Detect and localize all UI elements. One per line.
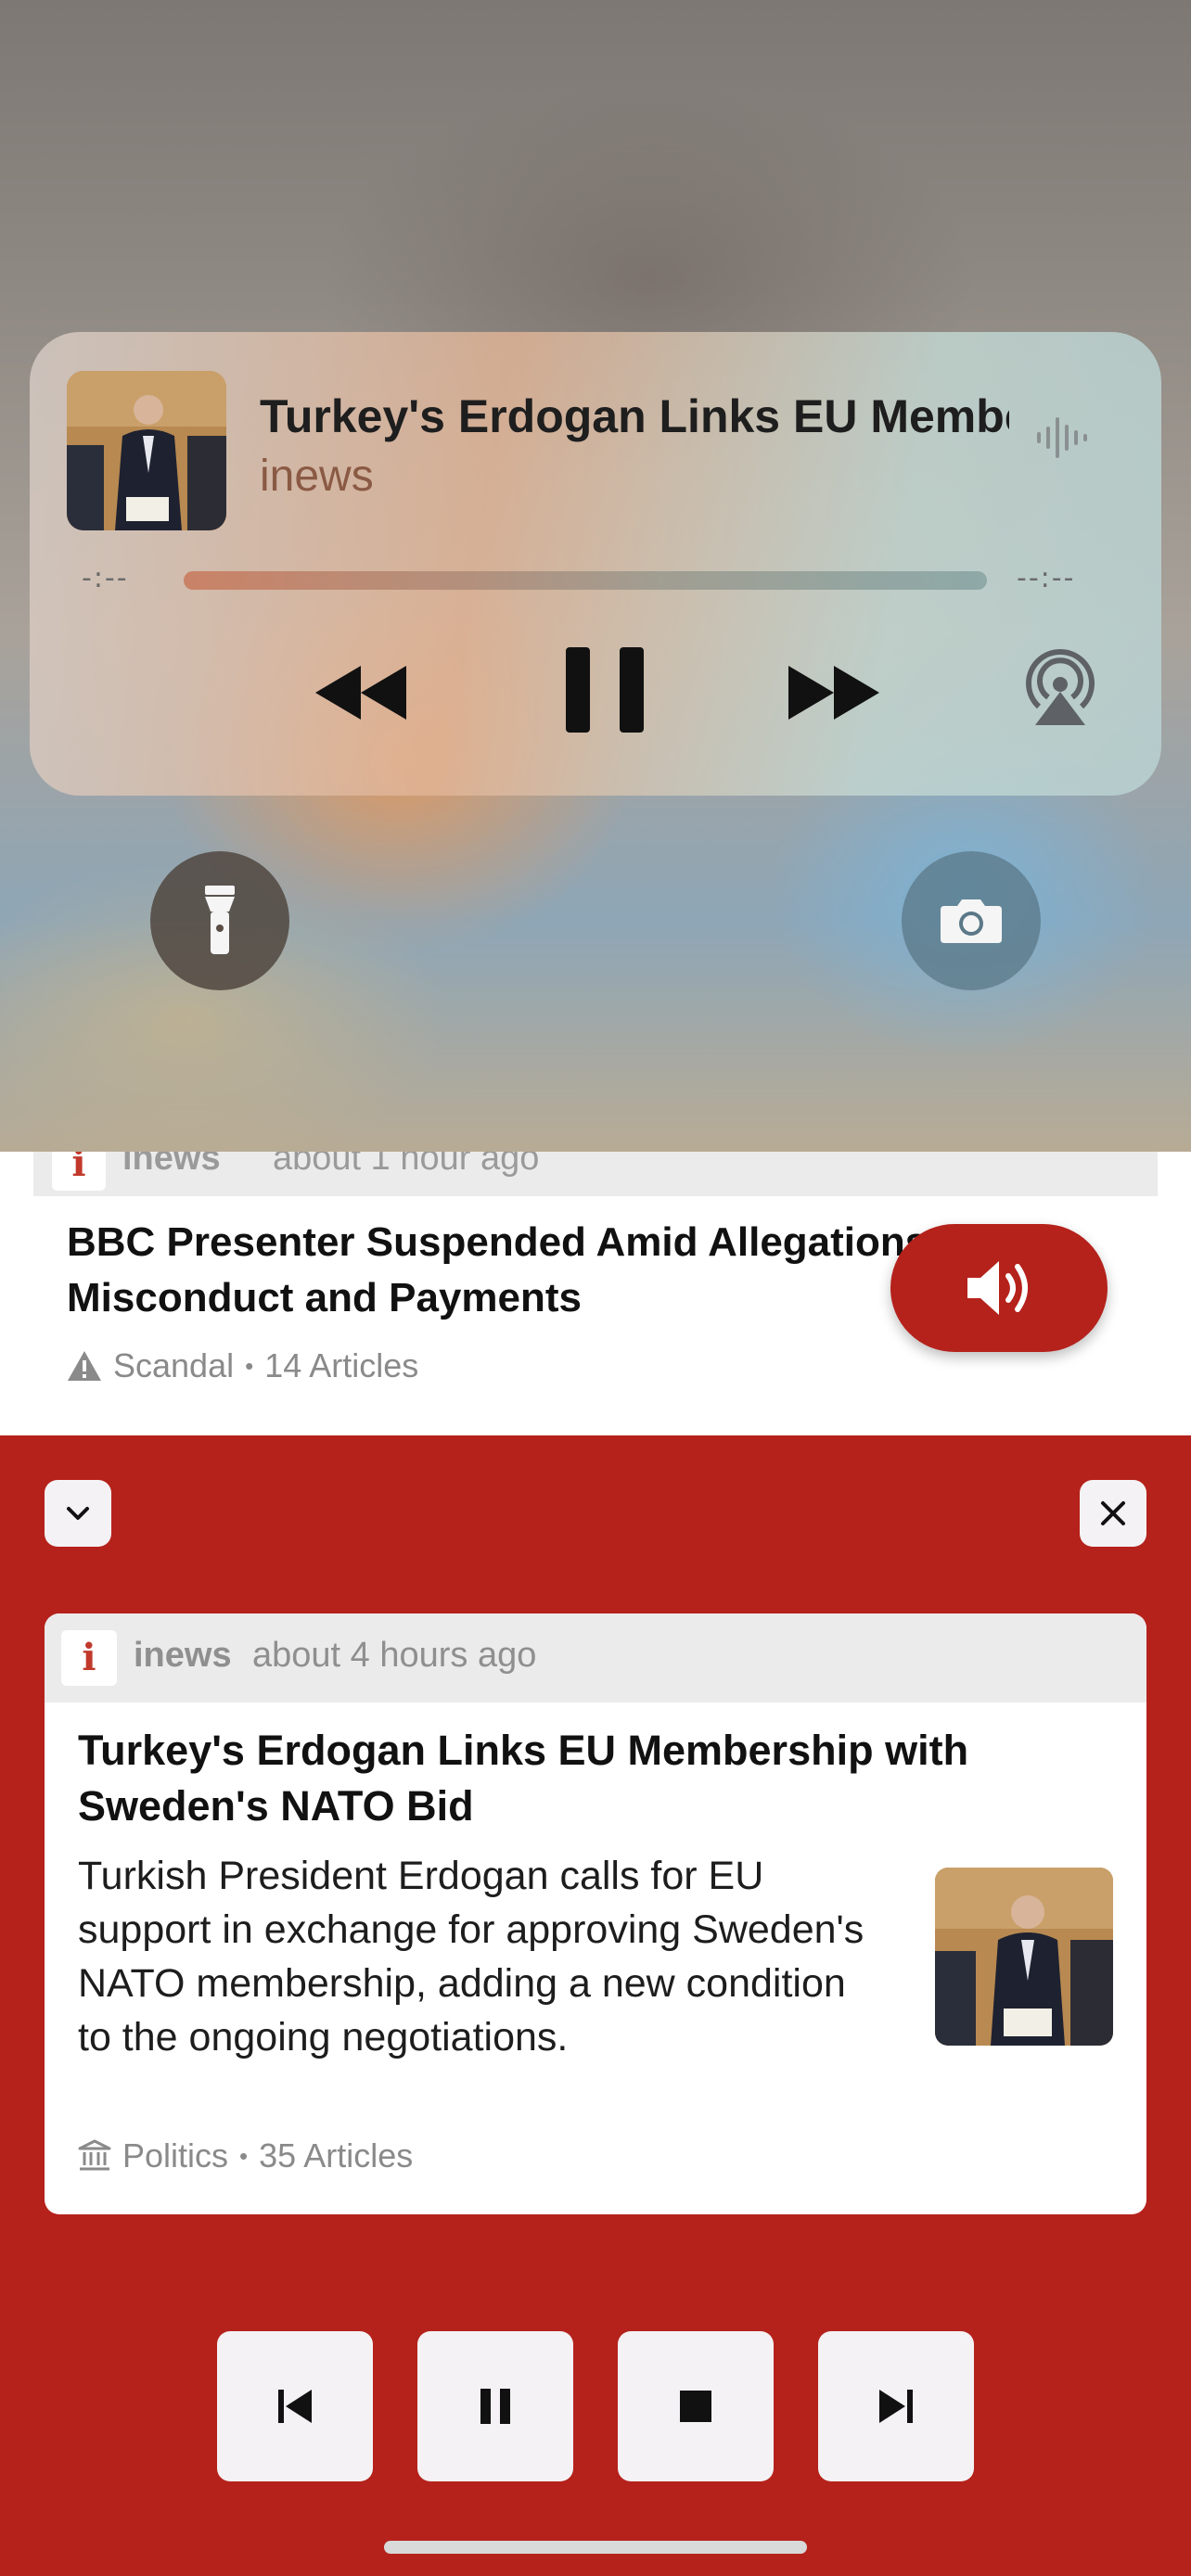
playback-scrubber[interactable] [184, 571, 987, 590]
story-articles: 35 Articles [259, 2136, 414, 2174]
meta-separator: • [245, 1351, 254, 1380]
feed-item-meta: Scandal • 14 Articles [67, 1346, 418, 1385]
story-category: Politics [122, 2136, 229, 2174]
flashlight-icon [205, 886, 235, 954]
next-icon [879, 2390, 913, 2423]
story-thumbnail [935, 1868, 1113, 2046]
close-icon [1101, 1501, 1125, 1525]
inews-logo: i [52, 1152, 106, 1191]
camera-button[interactable] [902, 851, 1041, 990]
story-title: Turkey's Erdogan Links EU Membership wit… [78, 1727, 969, 1830]
now-playing-title: Turkey's Erdogan Links EU Membership wit… [260, 390, 1009, 442]
stop-icon [680, 2391, 711, 2422]
remaining-time: --:-- [1017, 562, 1076, 594]
collapse-button[interactable] [45, 1480, 111, 1547]
warning-icon [68, 1351, 101, 1381]
pause-button[interactable] [417, 2331, 573, 2481]
feed-item-header: i inews about 1 hour ago [33, 1152, 1158, 1196]
close-button[interactable] [1080, 1480, 1146, 1547]
feed-item-articles: 14 Articles [264, 1346, 419, 1384]
rewind-icon[interactable] [310, 660, 412, 725]
stop-button[interactable] [618, 2331, 774, 2481]
flashlight-button[interactable] [150, 851, 289, 990]
story-time: about 4 hours ago [252, 1636, 537, 1675]
camera-icon [941, 899, 1002, 943]
fast-forward-icon[interactable] [783, 660, 885, 725]
inews-logo: i [61, 1630, 117, 1686]
previous-icon [278, 2390, 312, 2423]
meta-separator: • [239, 2141, 249, 2170]
airplay-icon[interactable] [1020, 645, 1100, 729]
now-playing-artwork[interactable] [67, 371, 226, 530]
feed-item-time: about 1 hour ago [273, 1152, 540, 1178]
waveform-icon [1037, 417, 1087, 458]
now-playing-widget[interactable]: Turkey's Erdogan Links EU Membership wit… [30, 332, 1161, 796]
now-playing-source: inews [260, 452, 374, 501]
chevron-down-icon [67, 1507, 89, 1520]
previous-button[interactable] [217, 2331, 373, 2481]
elapsed-time: -:-- [82, 562, 129, 594]
feed-item-category: Scandal [113, 1346, 235, 1384]
speaker-icon [967, 1261, 1028, 1315]
next-button[interactable] [818, 2331, 974, 2481]
government-building-icon [78, 2139, 111, 2171]
story-card[interactable]: i inews about 4 hours ago Turkey's Erdog… [45, 1613, 1146, 2214]
story-card-header: i inews about 4 hours ago [45, 1613, 1146, 1702]
pause-icon [480, 2389, 510, 2424]
feed-item-source: inews [122, 1152, 221, 1178]
pause-icon[interactable] [560, 644, 649, 736]
listen-button[interactable] [890, 1224, 1108, 1352]
story-meta: Politics • 35 Articles [78, 2136, 413, 2175]
story-source: inews [134, 1636, 232, 1675]
home-indicator[interactable] [384, 2541, 807, 2554]
story-summary: Turkish President Erdogan calls for EU s… [78, 1854, 864, 2060]
